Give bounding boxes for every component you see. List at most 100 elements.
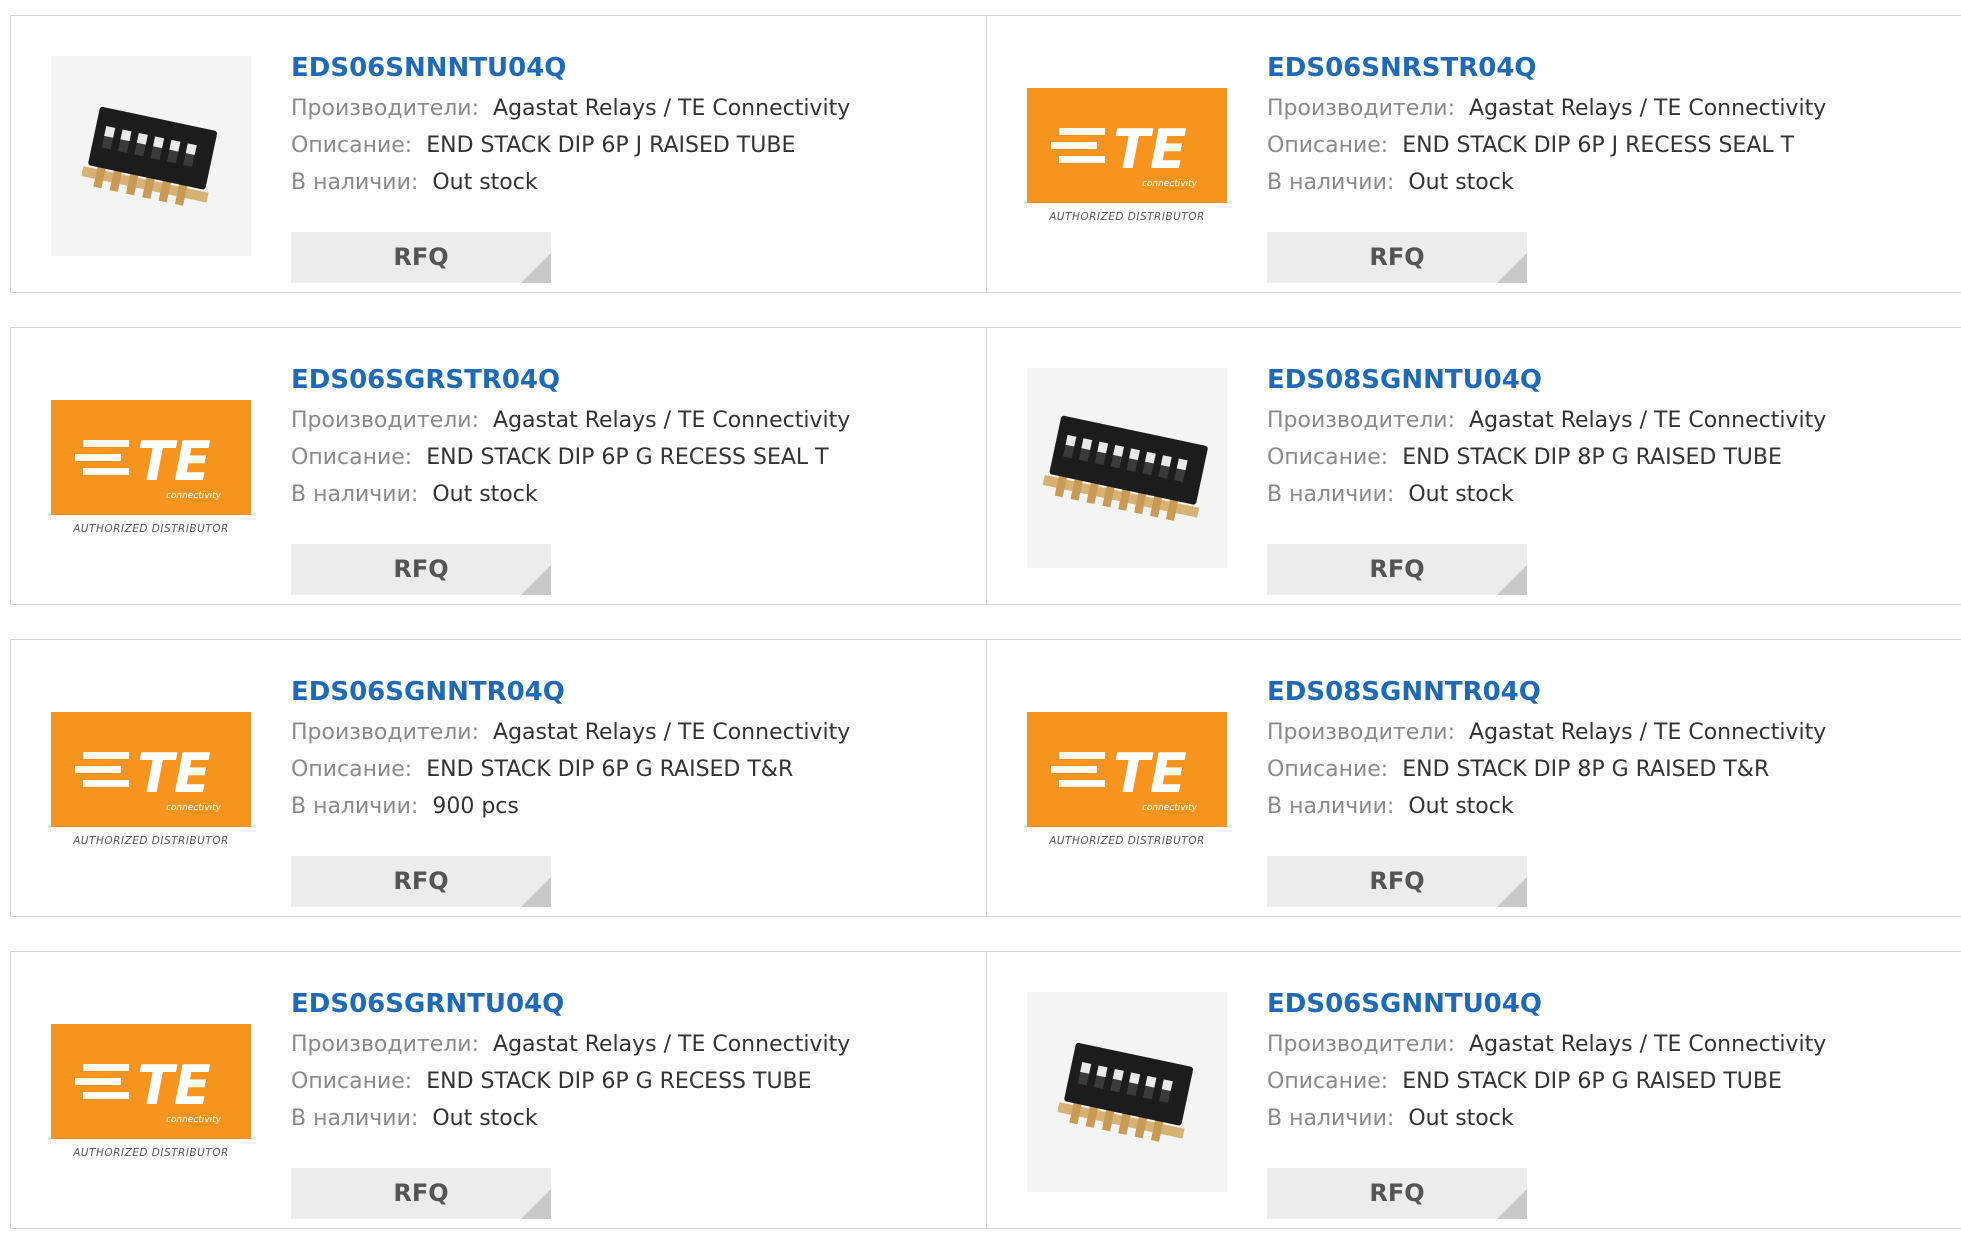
manufacturer-value: Agastat Relays / TE Connectivity xyxy=(493,720,851,745)
product-image[interactable]: TE connectivity AUTHORIZED DISTRIBUTOR xyxy=(51,680,251,880)
description-label: Описание: xyxy=(1267,1069,1389,1094)
product-image[interactable] xyxy=(1027,992,1227,1192)
manufacturer-label: Производители: xyxy=(291,720,480,745)
description-value: END STACK DIP 6P G RAISED T&R xyxy=(426,757,794,782)
rfq-button[interactable]: RFQ xyxy=(291,1168,551,1219)
corner-triangle-icon xyxy=(521,1189,551,1219)
description-value: END STACK DIP 6P J RAISED TUBE xyxy=(426,133,796,158)
product-card: TE connectivity AUTHORIZED DISTRIBUTOR EDS… xyxy=(10,640,987,916)
product-card: TE connectivity AUTHORIZED DISTRIBUTOR EDS… xyxy=(10,952,987,1228)
corner-triangle-icon xyxy=(521,253,551,283)
stock-value: Out stock xyxy=(1408,794,1514,819)
stock-row: В наличии: Out stock xyxy=(291,1100,850,1137)
stock-value: Out stock xyxy=(432,1106,538,1131)
product-part-number-link[interactable]: EDS06SGRSTR04Q xyxy=(291,358,850,402)
stock-label: В наличии: xyxy=(291,1106,419,1131)
description-value: END STACK DIP 8P G RAISED TUBE xyxy=(1402,445,1782,470)
stock-value: 900 pcs xyxy=(432,794,519,819)
product-card: EDS06SNNNTU04Q Производители: Agastat Re… xyxy=(10,16,987,292)
stock-label: В наличии: xyxy=(1267,170,1395,195)
product-row: TE connectivity AUTHORIZED DISTRIBUTOR EDS… xyxy=(10,327,1961,605)
description-row: Описание: END STACK DIP 6P J RAISED TUBE xyxy=(291,127,850,164)
description-label: Описание: xyxy=(291,757,413,782)
manufacturer-row: Производители: Agastat Relays / TE Conne… xyxy=(291,1026,850,1063)
corner-triangle-icon xyxy=(1497,253,1527,283)
product-image[interactable]: TE connectivity AUTHORIZED DISTRIBUTOR xyxy=(1027,56,1227,256)
rfq-button[interactable]: RFQ xyxy=(1267,232,1527,283)
authorized-distributor-text: AUTHORIZED DISTRIBUTOR xyxy=(1049,835,1205,847)
description-label: Описание: xyxy=(291,445,413,470)
product-part-number-link[interactable]: EDS06SGNNTR04Q xyxy=(291,670,850,714)
corner-triangle-icon xyxy=(521,877,551,907)
manufacturer-label: Производители: xyxy=(291,408,480,433)
manufacturer-row: Производители: Agastat Relays / TE Conne… xyxy=(1267,90,1826,127)
stock-row: В наличии: Out stock xyxy=(291,164,850,201)
te-logo-icon: TEconnectivity xyxy=(51,712,251,827)
description-row: Описание: END STACK DIP 6P G RAISED TUBE xyxy=(1267,1063,1826,1100)
manufacturer-value: Agastat Relays / TE Connectivity xyxy=(1469,1032,1827,1057)
stock-value: Out stock xyxy=(432,170,538,195)
rfq-label: RFQ xyxy=(393,1179,449,1207)
corner-triangle-icon xyxy=(1497,877,1527,907)
description-row: Описание: END STACK DIP 8P G RAISED TUBE xyxy=(1267,439,1826,476)
product-row: TE connectivity AUTHORIZED DISTRIBUTOR EDS… xyxy=(10,639,1961,917)
product-image[interactable] xyxy=(51,56,251,256)
description-row: Описание: END STACK DIP 6P J RECESS SEAL… xyxy=(1267,127,1826,164)
product-image[interactable]: TE connectivity AUTHORIZED DISTRIBUTOR xyxy=(51,368,251,568)
description-row: Описание: END STACK DIP 6P G RECESS TUBE xyxy=(291,1063,850,1100)
description-label: Описание: xyxy=(1267,757,1389,782)
product-image[interactable] xyxy=(1027,368,1227,568)
svg-text:TE: TE xyxy=(137,430,211,493)
product-part-number-link[interactable]: EDS06SNRSTR04Q xyxy=(1267,46,1826,90)
manufacturer-value: Agastat Relays / TE Connectivity xyxy=(493,96,851,121)
corner-triangle-icon xyxy=(521,565,551,595)
svg-text:TE: TE xyxy=(137,1054,211,1117)
description-row: Описание: END STACK DIP 8P G RAISED T&R xyxy=(1267,751,1826,788)
stock-row: В наличии: Out stock xyxy=(291,476,850,513)
svg-text:TE: TE xyxy=(1113,118,1187,181)
product-part-number-link[interactable]: EDS06SNNNTU04Q xyxy=(291,46,850,90)
rfq-button[interactable]: RFQ xyxy=(1267,856,1527,907)
rfq-button[interactable]: RFQ xyxy=(1267,1168,1527,1219)
rfq-button[interactable]: RFQ xyxy=(1267,544,1527,595)
rfq-button[interactable]: RFQ xyxy=(291,544,551,595)
te-logo-icon: TEconnectivity xyxy=(51,1024,251,1139)
product-card: TE connectivity AUTHORIZED DISTRIBUTOR EDS… xyxy=(987,16,1961,292)
manufacturer-value: Agastat Relays / TE Connectivity xyxy=(1469,96,1827,121)
stock-row: В наличии: 900 pcs xyxy=(291,788,850,825)
description-value: END STACK DIP 6P J RECESS SEAL T xyxy=(1402,133,1795,158)
description-label: Описание: xyxy=(1267,133,1389,158)
svg-text:connectivity: connectivity xyxy=(166,1115,222,1125)
product-image[interactable]: TE connectivity AUTHORIZED DISTRIBUTOR xyxy=(1027,680,1227,880)
stock-value: Out stock xyxy=(1408,1106,1514,1131)
description-value: END STACK DIP 8P G RAISED T&R xyxy=(1402,757,1770,782)
description-label: Описание: xyxy=(291,133,413,158)
product-part-number-link[interactable]: EDS08SGNNTU04Q xyxy=(1267,358,1826,402)
product-part-number-link[interactable]: EDS06SGRNTU04Q xyxy=(291,982,850,1026)
rfq-button[interactable]: RFQ xyxy=(291,232,551,283)
product-card: TE connectivity AUTHORIZED DISTRIBUTOR EDS… xyxy=(10,328,987,604)
description-value: END STACK DIP 6P G RAISED TUBE xyxy=(1402,1069,1782,1094)
product-card: TE connectivity AUTHORIZED DISTRIBUTOR EDS… xyxy=(987,640,1961,916)
te-logo-icon: TEconnectivity xyxy=(1027,88,1227,203)
product-image[interactable]: TE connectivity AUTHORIZED DISTRIBUTOR xyxy=(51,992,251,1192)
stock-label: В наличии: xyxy=(291,170,419,195)
stock-label: В наличии: xyxy=(1267,482,1395,507)
dip-switch-photo-icon xyxy=(51,56,251,256)
authorized-distributor-text: AUTHORIZED DISTRIBUTOR xyxy=(73,523,229,535)
dip-switch-photo-icon xyxy=(1027,368,1227,568)
manufacturer-row: Производители: Agastat Relays / TE Conne… xyxy=(1267,714,1826,751)
te-logo-icon: TEconnectivity xyxy=(51,400,251,515)
rfq-button[interactable]: RFQ xyxy=(291,856,551,907)
rfq-label: RFQ xyxy=(1369,867,1425,895)
manufacturer-row: Производители: Agastat Relays / TE Conne… xyxy=(291,714,850,751)
stock-value: Out stock xyxy=(432,482,538,507)
product-part-number-link[interactable]: EDS08SGNNTR04Q xyxy=(1267,670,1826,714)
product-part-number-link[interactable]: EDS06SGNNTU04Q xyxy=(1267,982,1826,1026)
stock-value: Out stock xyxy=(1408,170,1514,195)
authorized-distributor-text: AUTHORIZED DISTRIBUTOR xyxy=(73,1147,229,1159)
stock-label: В наличии: xyxy=(1267,1106,1395,1131)
manufacturer-label: Производители: xyxy=(291,1032,480,1057)
authorized-distributor-text: AUTHORIZED DISTRIBUTOR xyxy=(1049,211,1205,223)
rfq-label: RFQ xyxy=(1369,1179,1425,1207)
